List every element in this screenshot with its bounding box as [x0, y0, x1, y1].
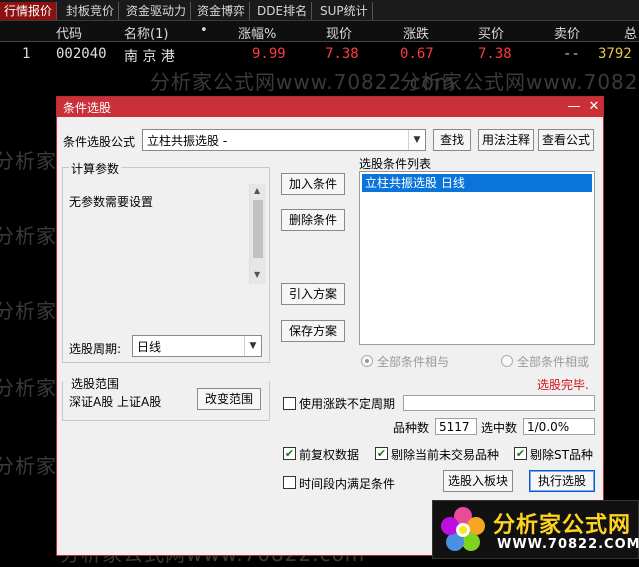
fq-checkbox[interactable]: ✔ [283, 447, 296, 460]
params-scrollbar[interactable]: ▲ ▼ [249, 184, 266, 284]
dialog-title: 条件选股 [63, 101, 112, 115]
row-bid: 7.38 [478, 46, 512, 62]
period-combo[interactable]: 日线 ▼ [132, 335, 262, 357]
row-total: 3792 [598, 46, 632, 62]
use-period-checkbox[interactable] [283, 397, 296, 410]
range-title: 选股范围 [69, 375, 122, 392]
formula-combo[interactable]: 立柱共振选股 - ▼ [142, 129, 426, 151]
tab-limit-auction[interactable]: 封板竞价 [62, 2, 120, 20]
scroll-up-icon[interactable]: ▲ [254, 186, 260, 195]
row-change: 0.67 [400, 46, 434, 62]
find-button[interactable]: 查找 [433, 129, 471, 151]
chevron-down-icon[interactable]: ▼ [408, 130, 425, 150]
use-period-label: 使用涨跌不定周期 [299, 397, 396, 411]
range-text: 深证A股 上证A股 [69, 395, 162, 409]
hit-value: 1/0.0% [523, 418, 595, 435]
tab-sup-stats[interactable]: SUP统计 [316, 2, 373, 20]
usage-button[interactable]: 用法注释 [478, 129, 534, 151]
radio-all-or[interactable] [501, 355, 513, 367]
params-text: 无参数需要设置 [69, 195, 154, 209]
exclude-untraded-checkbox[interactable]: ✔ [375, 447, 388, 460]
add-condition-button[interactable]: 加入条件 [281, 173, 345, 195]
change-range-button[interactable]: 改变范围 [197, 388, 261, 410]
scroll-down-icon[interactable]: ▼ [254, 270, 260, 279]
tab-bar: 行情报价 封板竞价 资金驱动力 资金博弈 DDE排名 SUP统计 [0, 0, 639, 21]
tab-fund-drive[interactable]: 资金驱动力 [122, 2, 192, 20]
chevron-down-icon[interactable]: ▼ [244, 336, 261, 356]
radio-all-and[interactable] [361, 355, 373, 367]
count-value: 5117 [435, 418, 477, 435]
condition-list[interactable]: 立柱共振选股 日线 [359, 171, 595, 345]
header-change-pct[interactable]: 涨幅% [238, 23, 276, 42]
period-value: 日线 [137, 340, 162, 354]
header-code[interactable]: 代码 [56, 23, 82, 42]
status-text: 选股完毕. [537, 378, 589, 392]
formula-label: 条件选股公式 [63, 135, 136, 149]
list-item[interactable]: 立柱共振选股 日线 [362, 174, 592, 192]
header-name[interactable]: 名称(1) [124, 23, 168, 42]
logo-name: 分析家公式网 [493, 513, 632, 538]
params-title: 计算参数 [69, 160, 122, 177]
delete-condition-button[interactable]: 删除条件 [281, 209, 345, 231]
tab-fund-game[interactable]: 资金博弈 [193, 2, 251, 20]
row-code: 002040 [56, 46, 107, 62]
period-input[interactable] [403, 395, 595, 411]
view-formula-button[interactable]: 查看公式 [538, 129, 594, 151]
radio-all-or-label: 全部条件相或 [517, 355, 590, 369]
row-ask: -- [563, 46, 580, 62]
row-index: 1 [22, 46, 31, 62]
scrollbar-thumb[interactable] [253, 200, 263, 258]
logo-url: WWW.70822.COM [497, 537, 639, 552]
exclude-untraded-label: 剔除当前未交易品种 [391, 448, 500, 462]
tab-dde-rank[interactable]: DDE排名 [253, 2, 313, 20]
time-range-checkbox[interactable] [283, 476, 296, 489]
header-bid[interactable]: 买价 [478, 23, 504, 42]
time-range-label: 时间段内满足条件 [299, 477, 396, 491]
tab-quotes[interactable]: 行情报价 [0, 2, 58, 20]
watermark-text: 分析家公式网www.70822.com [400, 70, 639, 94]
row-change-pct: 9.99 [252, 46, 286, 62]
import-scheme-button[interactable]: 引入方案 [281, 283, 345, 305]
row-price: 7.38 [325, 46, 359, 62]
header-total[interactable]: 总 [624, 23, 637, 42]
header-ask[interactable]: 卖价 [554, 23, 580, 42]
execute-button[interactable]: 执行选股 [529, 470, 595, 492]
close-icon[interactable]: ✕ [585, 98, 603, 116]
flower-logo-icon [441, 507, 485, 551]
header-price[interactable]: 现价 [326, 23, 352, 42]
count-label: 品种数 [393, 421, 430, 435]
header-dot: • [200, 23, 208, 38]
minimize-icon[interactable]: — [565, 98, 583, 116]
table-row[interactable]: 1 002040 南 京 港 9.99 7.38 0.67 7.38 -- 37… [0, 43, 639, 67]
period-label: 选股周期: [69, 342, 122, 356]
fq-label: 前复权数据 [299, 448, 360, 462]
logo-overlay: 分析家公式网 WWW.70822.COM [432, 500, 639, 559]
condition-list-title: 选股条件列表 [359, 157, 432, 171]
exclude-st-checkbox[interactable]: ✔ [514, 447, 527, 460]
formula-value: 立柱共振选股 - [147, 134, 228, 148]
exclude-st-label: 剔除ST品种 [530, 448, 593, 462]
to-block-button[interactable]: 选股入板块 [443, 470, 513, 492]
radio-all-and-label: 全部条件相与 [377, 355, 450, 369]
save-scheme-button[interactable]: 保存方案 [281, 320, 345, 342]
params-group: 计算参数 无参数需要设置 ▲ ▼ 选股周期: 日线 ▼ [62, 160, 270, 363]
grid-header: 代码 名称(1) • 涨幅% 现价 涨跌 买价 卖价 总 [0, 21, 639, 42]
stock-selection-dialog: 条件选股 — ✕ 条件选股公式 立柱共振选股 - ▼ 查找 用法注释 查看公式 … [56, 96, 604, 556]
header-change[interactable]: 涨跌 [403, 23, 429, 42]
hit-label: 选中数 [481, 421, 518, 435]
row-name: 南 京 港 [124, 49, 175, 65]
dialog-titlebar[interactable]: 条件选股 — ✕ [57, 97, 603, 117]
